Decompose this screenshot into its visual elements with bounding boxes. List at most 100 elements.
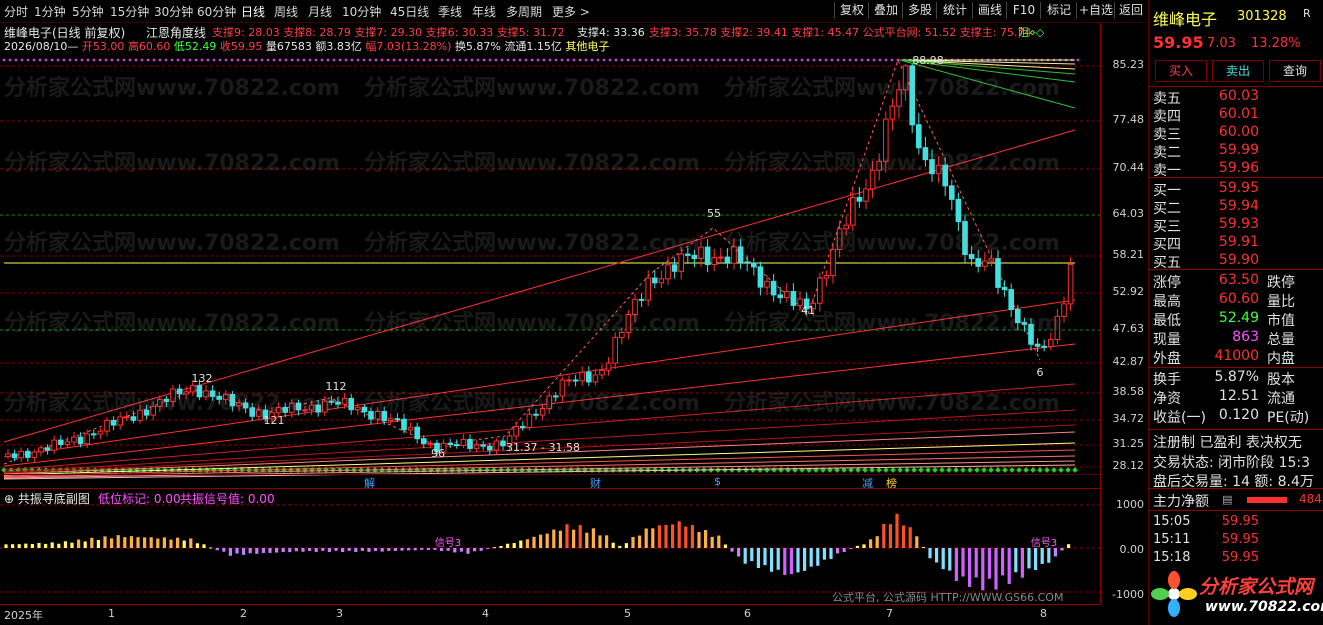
sub-bar (704, 530, 708, 548)
sub-bar (367, 548, 371, 552)
row-label: 收益(一) (1153, 410, 1206, 426)
period-year[interactable]: 年线 (472, 3, 496, 20)
period-quarter[interactable]: 季线 (438, 3, 462, 20)
sub-bar (789, 548, 793, 575)
candle-body (1001, 286, 1008, 291)
price-annotation: 88.98 (912, 54, 944, 67)
top-dot (656, 58, 660, 62)
kline-chart[interactable]: 13212111296 31.37 - 31.585541688.98 (0, 52, 1148, 486)
period-15min[interactable]: 15分钟 (110, 3, 149, 20)
quote-panel: 维峰电子 301328 R 59.95 7.03 13.28% 买入 卖出 查询… (1148, 0, 1323, 625)
period-10min[interactable]: 10分钟 (342, 3, 381, 20)
price-label: 47.63 (1112, 322, 1145, 335)
row-value: 5.87% (1214, 369, 1259, 385)
green-diamond (981, 467, 987, 473)
price-label: 70.44 (1112, 161, 1145, 174)
top-dot (878, 58, 882, 62)
row-value: 60.00 (1218, 124, 1259, 140)
main-net-icon[interactable]: ▤ (1222, 493, 1232, 506)
overlay-button[interactable]: 叠加 (868, 2, 903, 19)
green-diamond (883, 467, 889, 473)
sub-bar (235, 548, 239, 554)
multi-stock-button[interactable]: 多股 (902, 2, 937, 19)
query-button[interactable]: 查询 (1269, 60, 1321, 82)
period-60min[interactable]: 60分钟 (197, 3, 236, 20)
sub-chart[interactable]: 信号3 信号3 (0, 500, 1100, 603)
stats-button[interactable]: 统计 (936, 2, 973, 19)
top-dot (296, 58, 300, 62)
period-daily[interactable]: 日线 (241, 3, 265, 20)
sep-mainnet (1149, 488, 1323, 489)
top-dot (176, 58, 180, 62)
sub-bar (1047, 548, 1051, 563)
candle-body (58, 439, 64, 445)
sub-bar (129, 536, 133, 548)
period-30min[interactable]: 30分钟 (154, 3, 193, 20)
x-axis-label: 3 (336, 607, 343, 620)
sub-bar (301, 548, 305, 552)
sub-bar (638, 535, 642, 548)
period-45day[interactable]: 45日线 (390, 3, 429, 20)
watermark-text: 分析家公式网www.70822.com (4, 151, 340, 176)
main-net-value: 484 (1299, 492, 1322, 506)
top-dot (266, 58, 270, 62)
sub-ylabel-top: 1000 (1116, 498, 1144, 511)
row-label: 买四 (1153, 237, 1181, 253)
top-dot (452, 58, 456, 62)
top-dot (794, 58, 798, 62)
sub-bar (723, 544, 727, 548)
green-diamond (918, 467, 924, 473)
top-dot (734, 58, 738, 62)
period-fenshi[interactable]: 分时 (4, 3, 28, 20)
top-dot (50, 58, 54, 62)
top-dot (104, 58, 108, 62)
row-label: 卖二 (1153, 145, 1181, 161)
period-more[interactable]: 更多 > (552, 3, 590, 20)
period-monthly[interactable]: 月线 (308, 3, 332, 20)
green-diamond (925, 467, 931, 473)
top-dot (272, 58, 276, 62)
sub-bar (156, 538, 160, 548)
sub-bar (1001, 548, 1005, 576)
period-1min[interactable]: 1分钟 (34, 3, 66, 20)
green-diamond (1002, 467, 1008, 473)
add-watchlist-button[interactable]: +自选 (1076, 2, 1115, 19)
fuquan-button[interactable]: 复权 (834, 2, 869, 19)
row-label: 最高 (1153, 294, 1181, 310)
top-dot (74, 58, 78, 62)
sub-bar (618, 545, 622, 548)
price-annotation: 55 (707, 207, 721, 220)
candle-body (31, 451, 38, 458)
candle-body (447, 442, 453, 445)
buy-button[interactable]: 买入 (1155, 60, 1207, 82)
sub-bar (44, 543, 48, 548)
top-dot (662, 58, 666, 62)
candle-body (856, 196, 863, 202)
period-weekly[interactable]: 周线 (274, 3, 298, 20)
top-dot (554, 58, 558, 62)
period-5min[interactable]: 5分钟 (72, 3, 104, 20)
sub-bar (360, 548, 364, 551)
sell-button[interactable]: 卖出 (1212, 60, 1264, 82)
top-dot (866, 58, 870, 62)
row-label: 现量 (1153, 332, 1181, 348)
back-button[interactable]: 返回 (1114, 2, 1147, 19)
sub-bar (968, 548, 972, 587)
mark-button[interactable]: 标记 (1040, 2, 1077, 19)
candle-body (744, 261, 751, 264)
green-diamond (911, 467, 917, 473)
draw-line-button[interactable]: 画线 (972, 2, 1007, 19)
sub-bar (631, 536, 635, 548)
sub-bar (921, 546, 925, 548)
candle-body (955, 198, 962, 223)
sub-bar (737, 548, 741, 557)
f10-button[interactable]: F10 (1006, 2, 1041, 19)
top-dot (458, 58, 462, 62)
tick-price: 59.95 (1221, 514, 1259, 529)
sub-bar (261, 548, 265, 553)
sub-bar (611, 542, 615, 548)
event-marker[interactable]: $ (714, 475, 721, 488)
period-multi[interactable]: 多周期 (506, 3, 542, 20)
green-diamond (960, 467, 966, 473)
candle-body (401, 418, 407, 431)
